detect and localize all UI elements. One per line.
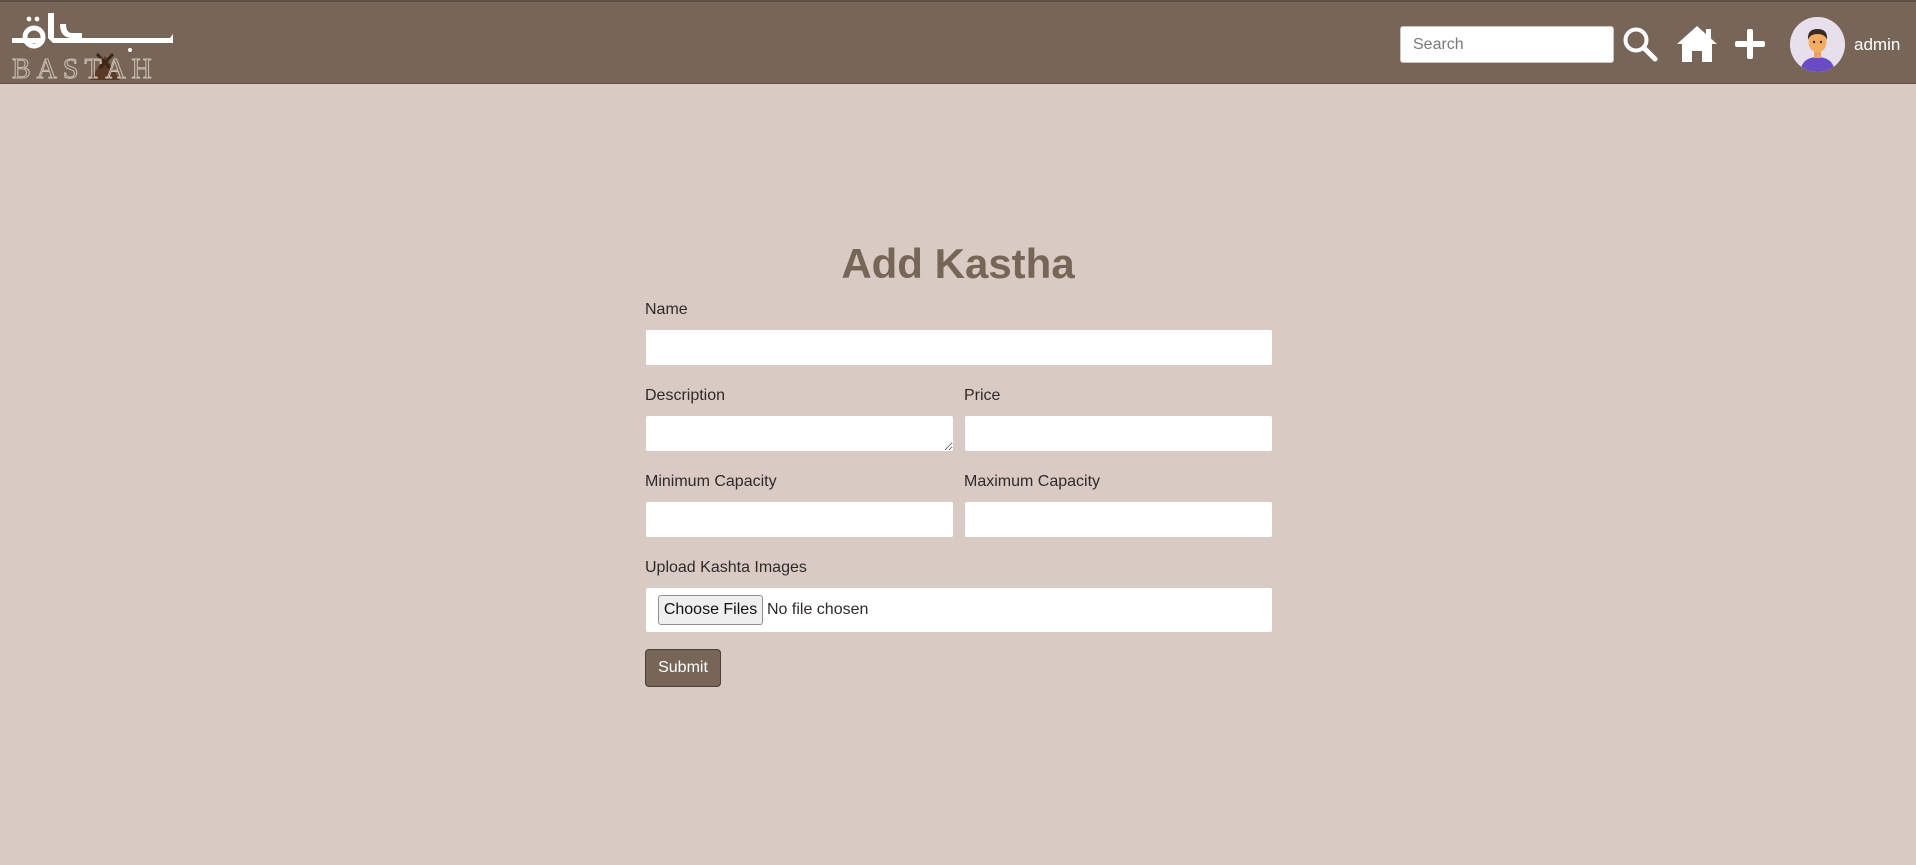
name-label: Name: [645, 301, 688, 318]
search-input[interactable]: [1400, 26, 1614, 63]
price-input[interactable]: [964, 415, 1273, 452]
choose-files-button[interactable]: Choose Files: [658, 595, 763, 625]
home-icon[interactable]: [1676, 24, 1718, 64]
description-label: Description: [645, 387, 726, 404]
avatar-icon: [1790, 17, 1845, 72]
plus-icon[interactable]: [1732, 26, 1768, 62]
min-capacity-label: Minimum Capacity: [645, 473, 777, 490]
price-label: Price: [964, 387, 1001, 404]
file-upload-field[interactable]: Choose Files No file chosen: [645, 587, 1273, 633]
submit-button[interactable]: Submit: [645, 649, 721, 687]
name-input[interactable]: [645, 329, 1273, 366]
file-status: No file chosen: [767, 601, 869, 618]
bastah-logo[interactable]: BASTAH: [10, 10, 185, 80]
upload-label: Upload Kashta Images: [645, 559, 807, 576]
top-navbar: BASTAH admin: [0, 0, 1916, 84]
description-input[interactable]: [645, 415, 954, 452]
user-name[interactable]: admin: [1854, 35, 1900, 55]
max-capacity-label: Maximum Capacity: [964, 473, 1101, 490]
search-icon[interactable]: [1622, 26, 1658, 62]
page-title: Add Kastha: [841, 240, 1075, 287]
avatar[interactable]: [1790, 17, 1845, 72]
min-capacity-input[interactable]: [645, 501, 954, 538]
max-capacity-input[interactable]: [964, 501, 1273, 538]
svg-text:BASTAH: BASTAH: [12, 54, 158, 80]
